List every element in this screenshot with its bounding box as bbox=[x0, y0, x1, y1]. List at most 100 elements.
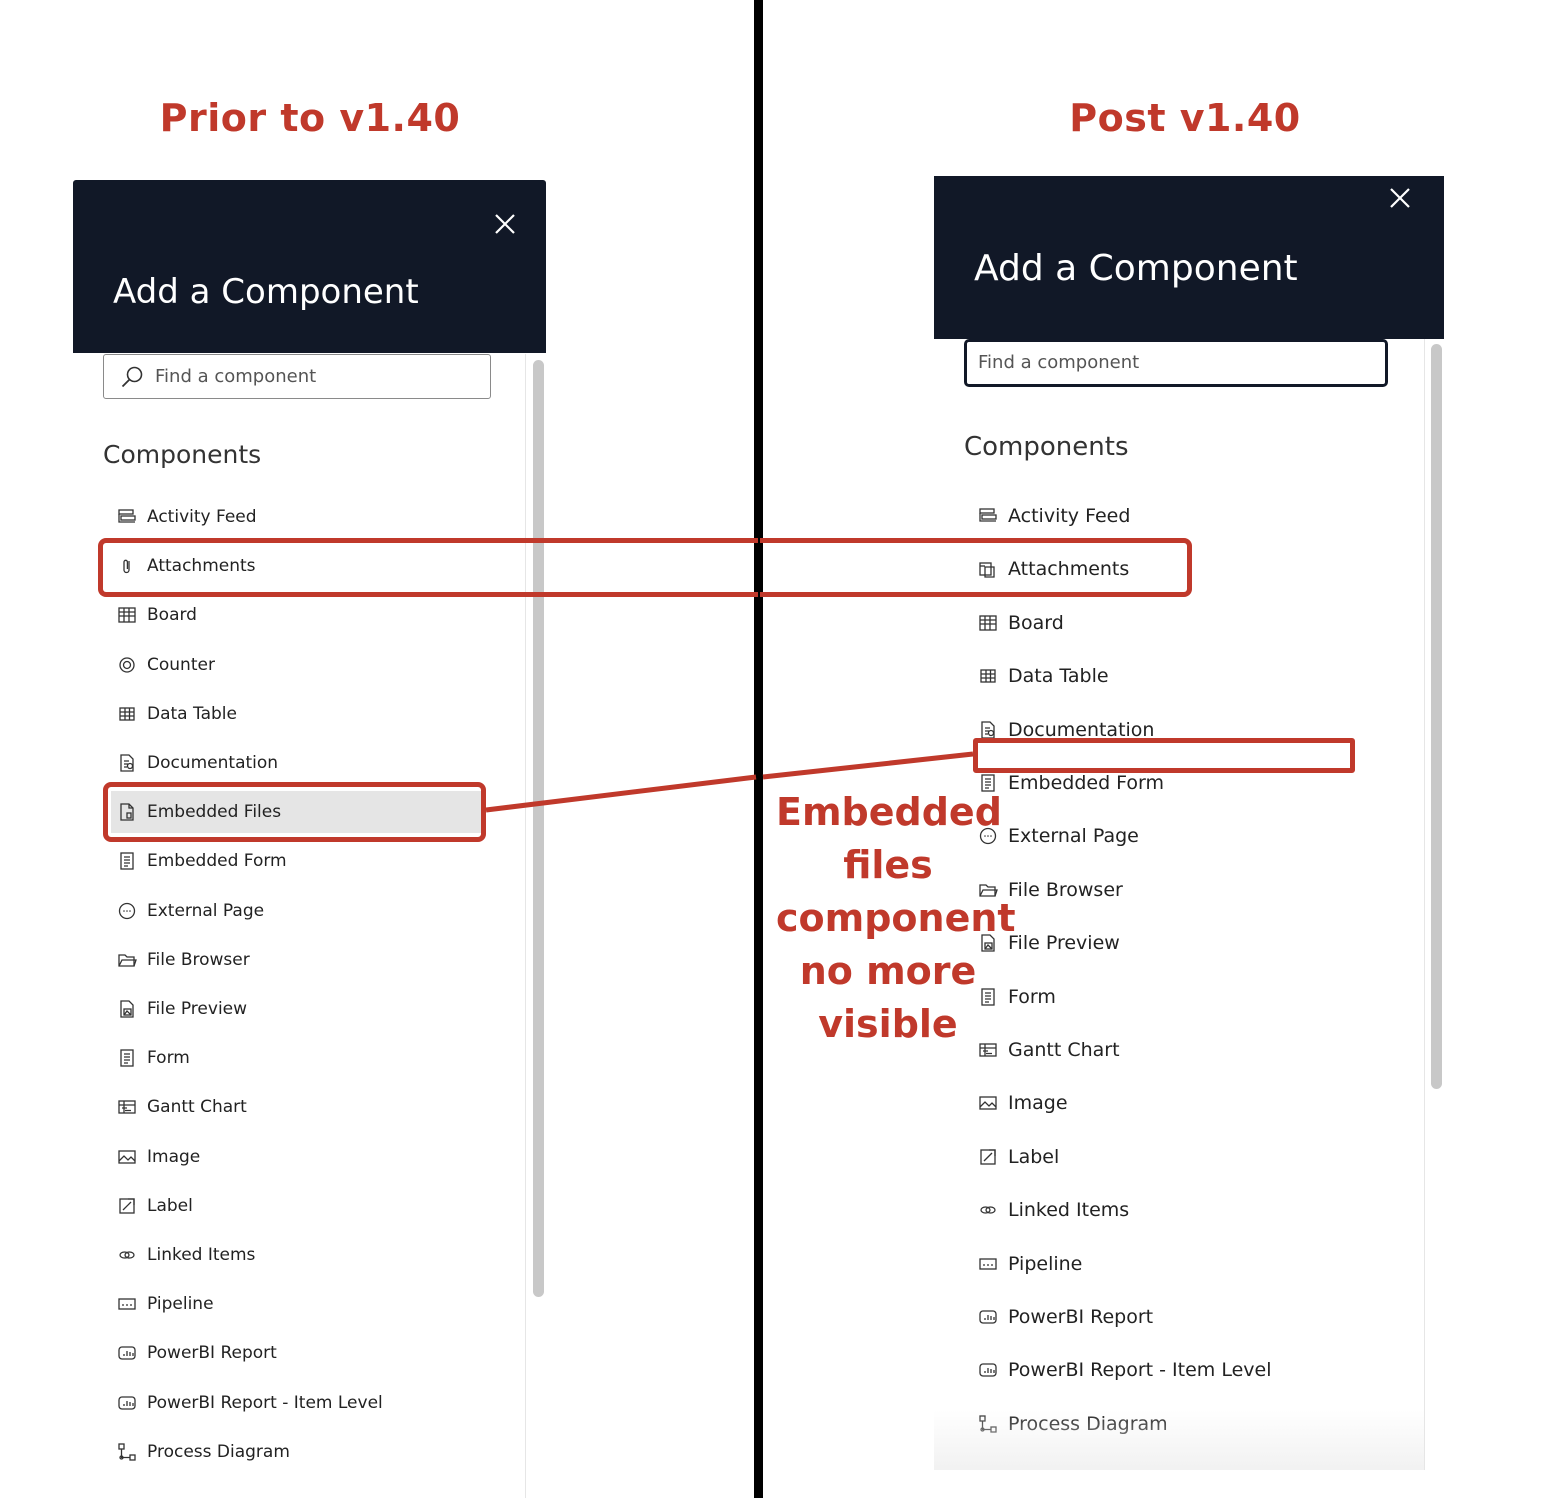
component-item-label: Image bbox=[147, 1146, 201, 1167]
component-item-label: Embedded Files bbox=[147, 802, 282, 823]
component-item-external-page[interactable]: External Page bbox=[974, 815, 1374, 857]
component-item-label: Board bbox=[1008, 611, 1064, 634]
component-item-powerbi-report[interactable]: PowerBI Report bbox=[974, 1296, 1374, 1338]
component-item-form[interactable]: Form bbox=[974, 976, 1374, 1018]
component-item-label: Gantt Chart bbox=[1008, 1039, 1120, 1061]
component-item-label: Linked Items bbox=[1008, 1199, 1130, 1222]
component-item-pipeline[interactable]: Pipeline bbox=[111, 1283, 481, 1325]
component-item-label: External Page bbox=[147, 900, 265, 921]
component-item-label: Embedded Form bbox=[1008, 772, 1165, 794]
component-item-embedded-files[interactable]: Embedded Files bbox=[111, 791, 481, 834]
component-item-board[interactable]: Board bbox=[974, 602, 1374, 644]
components-heading: Components bbox=[964, 432, 1129, 462]
component-item-activity-feed[interactable]: Activity Feed bbox=[111, 496, 481, 538]
component-item-process-diagram[interactable]: Process Diagram bbox=[111, 1431, 481, 1473]
component-item-label[interactable]: Label bbox=[111, 1185, 481, 1227]
component-item-label: File Preview bbox=[147, 999, 248, 1019]
component-item-gantt-chart[interactable]: Gantt Chart bbox=[974, 1029, 1374, 1071]
component-item-activity-feed[interactable]: Activity Feed bbox=[974, 495, 1374, 537]
close-icon[interactable] bbox=[1389, 187, 1411, 209]
component-item-external-page[interactable]: External Page bbox=[111, 890, 481, 932]
component-item-documentation[interactable]: Documentation bbox=[974, 709, 1374, 751]
component-item-label: Linked Items bbox=[147, 1245, 256, 1265]
component-item-label: External Page bbox=[1008, 825, 1139, 848]
left-panel-header: Add a Component bbox=[73, 180, 546, 353]
component-item-label: Image bbox=[1008, 1092, 1068, 1115]
component-item-powerbi-report[interactable]: PowerBI Report bbox=[111, 1332, 481, 1374]
component-item-label: Data Table bbox=[147, 703, 237, 724]
search-icon bbox=[120, 365, 144, 389]
component-item-label: PowerBI Report - Item Level bbox=[147, 1392, 383, 1413]
component-item-attachments[interactable]: Attachments bbox=[974, 548, 1374, 590]
close-icon[interactable] bbox=[494, 213, 516, 235]
form-icon bbox=[117, 1048, 137, 1068]
component-item-pipeline[interactable]: Pipeline bbox=[974, 1243, 1374, 1285]
component-item-file-browser[interactable]: File Browser bbox=[111, 939, 481, 981]
process-diagram-icon bbox=[117, 1442, 137, 1462]
table-icon bbox=[117, 704, 137, 724]
right-panel-header: Add a Component bbox=[934, 176, 1444, 339]
component-item-embedded-form[interactable]: Embedded Form bbox=[111, 840, 481, 882]
board-icon bbox=[117, 605, 137, 625]
board-icon bbox=[978, 613, 998, 633]
activity-feed-icon bbox=[978, 506, 998, 526]
pipeline-icon bbox=[117, 1294, 137, 1314]
component-item-label[interactable]: Label bbox=[974, 1136, 1374, 1178]
component-item-documentation[interactable]: Documentation bbox=[111, 742, 481, 784]
component-item-label: Attachments bbox=[147, 556, 256, 577]
scrollbar-thumb[interactable] bbox=[533, 360, 544, 1297]
component-item-linked-items[interactable]: Linked Items bbox=[111, 1234, 481, 1276]
powerbi-icon bbox=[978, 1307, 998, 1327]
component-item-image[interactable]: Image bbox=[111, 1136, 481, 1178]
component-item-image[interactable]: Image bbox=[974, 1082, 1374, 1124]
component-item-counter[interactable]: Counter bbox=[111, 644, 481, 686]
component-item-label: Activity Feed bbox=[1008, 505, 1131, 527]
component-item-powerbi-report-item-level[interactable]: PowerBI Report - Item Level bbox=[111, 1382, 481, 1424]
component-item-attachments[interactable]: Attachments bbox=[111, 545, 481, 587]
component-item-label: Counter bbox=[147, 654, 215, 675]
link-icon bbox=[978, 1200, 998, 1220]
component-item-data-table[interactable]: Data Table bbox=[111, 693, 481, 735]
component-item-file-preview[interactable]: File Preview bbox=[111, 988, 481, 1030]
component-item-label: Pipeline bbox=[1008, 1252, 1083, 1275]
counter-icon bbox=[117, 655, 137, 675]
component-item-gantt-chart[interactable]: Gantt Chart bbox=[111, 1086, 481, 1128]
panel-title: Add a Component bbox=[113, 272, 419, 312]
component-item-file-browser[interactable]: File Browser bbox=[974, 869, 1374, 911]
component-item-label: PowerBI Report - Item Level bbox=[1008, 1359, 1272, 1382]
component-item-label: Form bbox=[1008, 985, 1056, 1008]
component-item-label: Process Diagram bbox=[147, 1441, 290, 1462]
note-line: Embedded bbox=[776, 790, 1002, 834]
documentation-icon bbox=[117, 753, 137, 773]
gantt-icon bbox=[117, 1097, 137, 1117]
note-line: no more bbox=[799, 949, 977, 993]
search-input[interactable]: Find a component bbox=[964, 339, 1388, 387]
scrollbar-thumb[interactable] bbox=[1431, 344, 1442, 1089]
search-placeholder: Find a component bbox=[155, 366, 317, 387]
panel-title: Add a Component bbox=[974, 248, 1298, 289]
component-item-label: Label bbox=[1008, 1145, 1060, 1168]
search-input[interactable]: Find a component bbox=[103, 354, 491, 399]
component-item-label: Documentation bbox=[1008, 718, 1155, 741]
right-add-component-panel: Add a Component Find a component Compone… bbox=[934, 176, 1444, 1470]
external-page-icon bbox=[117, 901, 137, 921]
component-item-label: PowerBI Report bbox=[1008, 1306, 1154, 1328]
right-caption: Post v1.40 bbox=[1069, 96, 1301, 140]
component-item-board[interactable]: Board bbox=[111, 594, 481, 636]
component-item-linked-items[interactable]: Linked Items bbox=[974, 1189, 1374, 1231]
label-icon bbox=[978, 1147, 998, 1167]
component-item-label: Pipeline bbox=[147, 1294, 214, 1315]
paperclip-icon bbox=[117, 556, 137, 576]
note-line: visible bbox=[818, 1002, 958, 1046]
image-icon bbox=[978, 1093, 998, 1113]
search-placeholder: Find a component bbox=[978, 352, 1140, 373]
link-icon bbox=[117, 1245, 137, 1265]
component-item-powerbi-report-item-level[interactable]: PowerBI Report - Item Level bbox=[974, 1349, 1374, 1391]
component-item-label: Form bbox=[147, 1048, 190, 1069]
component-item-label: PowerBI Report bbox=[147, 1343, 277, 1364]
component-item-form[interactable]: Form bbox=[111, 1037, 481, 1079]
label-icon bbox=[117, 1196, 137, 1216]
component-item-embedded-form[interactable]: Embedded Form bbox=[974, 762, 1374, 804]
component-item-data-table[interactable]: Data Table bbox=[974, 655, 1374, 697]
component-item-file-preview[interactable]: File Preview bbox=[974, 922, 1374, 964]
